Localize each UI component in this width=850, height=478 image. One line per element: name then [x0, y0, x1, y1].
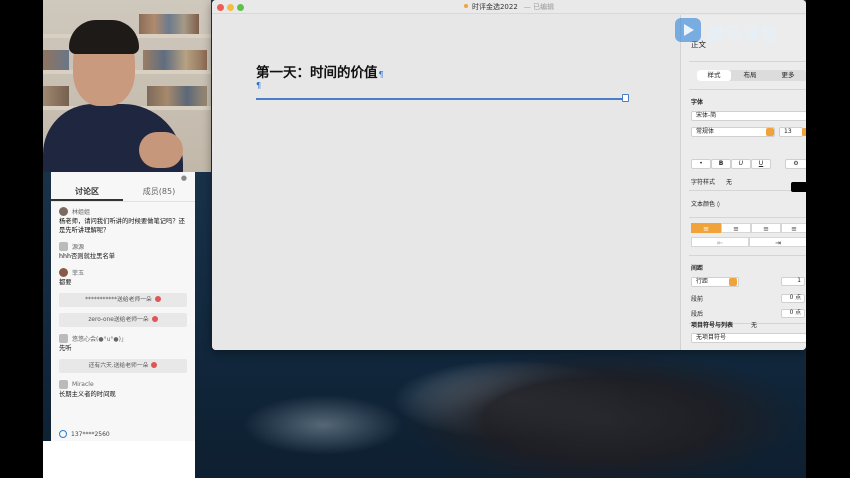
chat-tabs: 讨论区 成员(85) [51, 182, 195, 202]
person-hand [139, 132, 183, 168]
bold-button[interactable]: B [711, 159, 731, 169]
play-logo-icon [675, 18, 701, 42]
text-color-well[interactable] [791, 182, 806, 192]
align-right-button[interactable]: ≡ [751, 223, 781, 233]
horizontal-rule[interactable] [256, 98, 622, 100]
chat-message: 菲玉 都要 [51, 267, 195, 287]
chat-username: 源源 [72, 244, 85, 251]
bullets-value[interactable]: 无 [751, 320, 757, 329]
watermark-brand: 腾讯课堂 [707, 25, 779, 45]
text-color-label: 文本颜色 ◊ [691, 201, 720, 208]
style-more-button[interactable]: • [691, 159, 711, 169]
document-icon [463, 4, 468, 8]
footer-username: 137****2560 [71, 430, 110, 438]
chat-input-area[interactable] [43, 441, 195, 478]
format-inspector: 正文 样式 布局 更多 字体 宋体-简 常规体 13 • B U U ⚙ 字符样… [680, 15, 806, 350]
close-button[interactable] [217, 4, 224, 11]
tab-members[interactable]: 成员(85) [123, 182, 195, 201]
screen: ● 讨论区 成员(85) 林姐姐 杨老师，请问我们听讲的时候要做笔记吗？还是先听… [0, 0, 850, 478]
gift-notice: ***********送给老师一朵 [59, 293, 187, 307]
chat-message: 源源 hhh否则就拉黑名单 [51, 241, 195, 261]
avatar [59, 207, 68, 216]
chat-message: 林姐姐 杨老师，请问我们听讲的时候要做笔记吗？还是先听讲理解呢？ [51, 206, 195, 235]
letterbox-right [806, 0, 850, 478]
font-weight-select[interactable]: 常规体 [691, 127, 775, 137]
chat-username: 菲玉 [72, 270, 85, 277]
char-style-label: 字符样式 [691, 179, 716, 186]
chat-username: 林姐姐 [72, 209, 91, 216]
bullet-type-select[interactable]: 无项目符号 [691, 333, 806, 343]
before-value[interactable]: 0 点 [781, 294, 805, 303]
after-value[interactable]: 0 点 [781, 309, 805, 318]
chat-messages: 林姐姐 杨老师，请问我们听讲的时候要做笔记吗？还是先听讲理解呢？ 源源 hhh否… [51, 206, 195, 405]
before-label: 段前 [691, 296, 704, 303]
char-style-value[interactable]: 无 [726, 177, 732, 186]
chat-panel: ● 讨论区 成员(85) 林姐姐 杨老师，请问我们听讲的时候要做笔记吗？还是先听… [51, 172, 195, 442]
chat-username: 悠悠心会(●°u°●)」 [72, 336, 127, 343]
pilcrow-mark: ¶ [256, 81, 262, 90]
tab-layout[interactable]: 布局 [731, 70, 769, 81]
chat-footer: 137****2560 [59, 430, 110, 438]
flower-icon [151, 362, 158, 368]
line-spacing-value[interactable]: 1 [781, 277, 805, 286]
stepper-icon[interactable] [802, 128, 806, 136]
outdent-button[interactable]: ⇤ [691, 237, 749, 247]
font-size-field[interactable]: 13 [779, 127, 803, 137]
pilcrow-mark: ¶ [378, 70, 384, 79]
gear-icon[interactable]: ⚙ [785, 159, 806, 169]
inspector-tabs: 样式 布局 更多 [697, 70, 806, 81]
document-heading[interactable]: 第一天：时间的价值¶ [256, 61, 384, 81]
after-label: 段后 [691, 311, 704, 318]
pin-icon[interactable]: ● [181, 174, 187, 182]
align-center-button[interactable]: ≡ [721, 223, 751, 233]
chevron-updown-icon[interactable] [729, 278, 737, 286]
indent-button[interactable]: ⇥ [749, 237, 806, 247]
font-family-select[interactable]: 宋体-简 [691, 111, 806, 121]
align-left-button[interactable]: ≡ [691, 223, 721, 233]
window-title: 时评金选2022— 已编辑 [212, 0, 806, 14]
avatar [59, 380, 68, 389]
chat-text: 长期主义者的时间观 [59, 391, 116, 398]
chevron-updown-icon[interactable] [766, 128, 774, 136]
bullets-label[interactable]: 项目符号与列表 [691, 320, 733, 329]
flower-icon [151, 316, 158, 322]
align-justify-button[interactable]: ≡ [781, 223, 806, 233]
avatar [59, 242, 68, 251]
gift-notice: zero-one送给老师一朵 [59, 313, 187, 327]
tab-style[interactable]: 样式 [697, 70, 731, 81]
gift-notice: 还有六天.送给老师一朵 [59, 359, 187, 373]
flower-icon [154, 296, 161, 302]
edit-status: — 已编辑 [523, 3, 555, 11]
person-hair [69, 20, 139, 54]
tab-discussion[interactable]: 讨论区 [51, 182, 123, 201]
chat-text: 先听 [59, 345, 72, 352]
chat-message: 悠悠心会(●°u°●)」 先听 [51, 333, 195, 353]
tencent-classroom-watermark: 腾讯课堂 [675, 16, 795, 45]
font-label: 字体 [691, 99, 704, 106]
zoom-button[interactable] [237, 4, 244, 11]
pages-window: 时评金选2022— 已编辑 第一天：时间的价值¶ ¶ 正文 样式 布局 更多 字… [212, 0, 806, 350]
chat-message: Miracle 长期主义者的时间观 [51, 379, 195, 399]
underline-button[interactable]: U [751, 159, 771, 169]
chat-text: 杨老师，请问我们听讲的时候要做笔记吗？还是先听讲理解呢？ [59, 218, 185, 234]
teacher-webcam [43, 0, 211, 172]
minimize-button[interactable] [227, 4, 234, 11]
tab-more[interactable]: 更多 [769, 70, 806, 81]
chat-text: 都要 [59, 279, 72, 286]
spacing-label[interactable]: 间距 [691, 263, 703, 272]
chat-username: Miracle [72, 381, 94, 388]
italic-button[interactable]: U [731, 159, 751, 169]
user-ring-icon [59, 430, 67, 438]
window-titlebar: 时评金选2022— 已编辑 [212, 0, 806, 14]
chat-text: hhh否则就拉黑名单 [59, 253, 116, 260]
letterbox-left [0, 0, 43, 478]
avatar [59, 334, 68, 343]
document-canvas[interactable]: 第一天：时间的价值¶ ¶ [212, 15, 678, 350]
rule-handle-icon[interactable] [622, 94, 629, 102]
avatar [59, 268, 68, 277]
